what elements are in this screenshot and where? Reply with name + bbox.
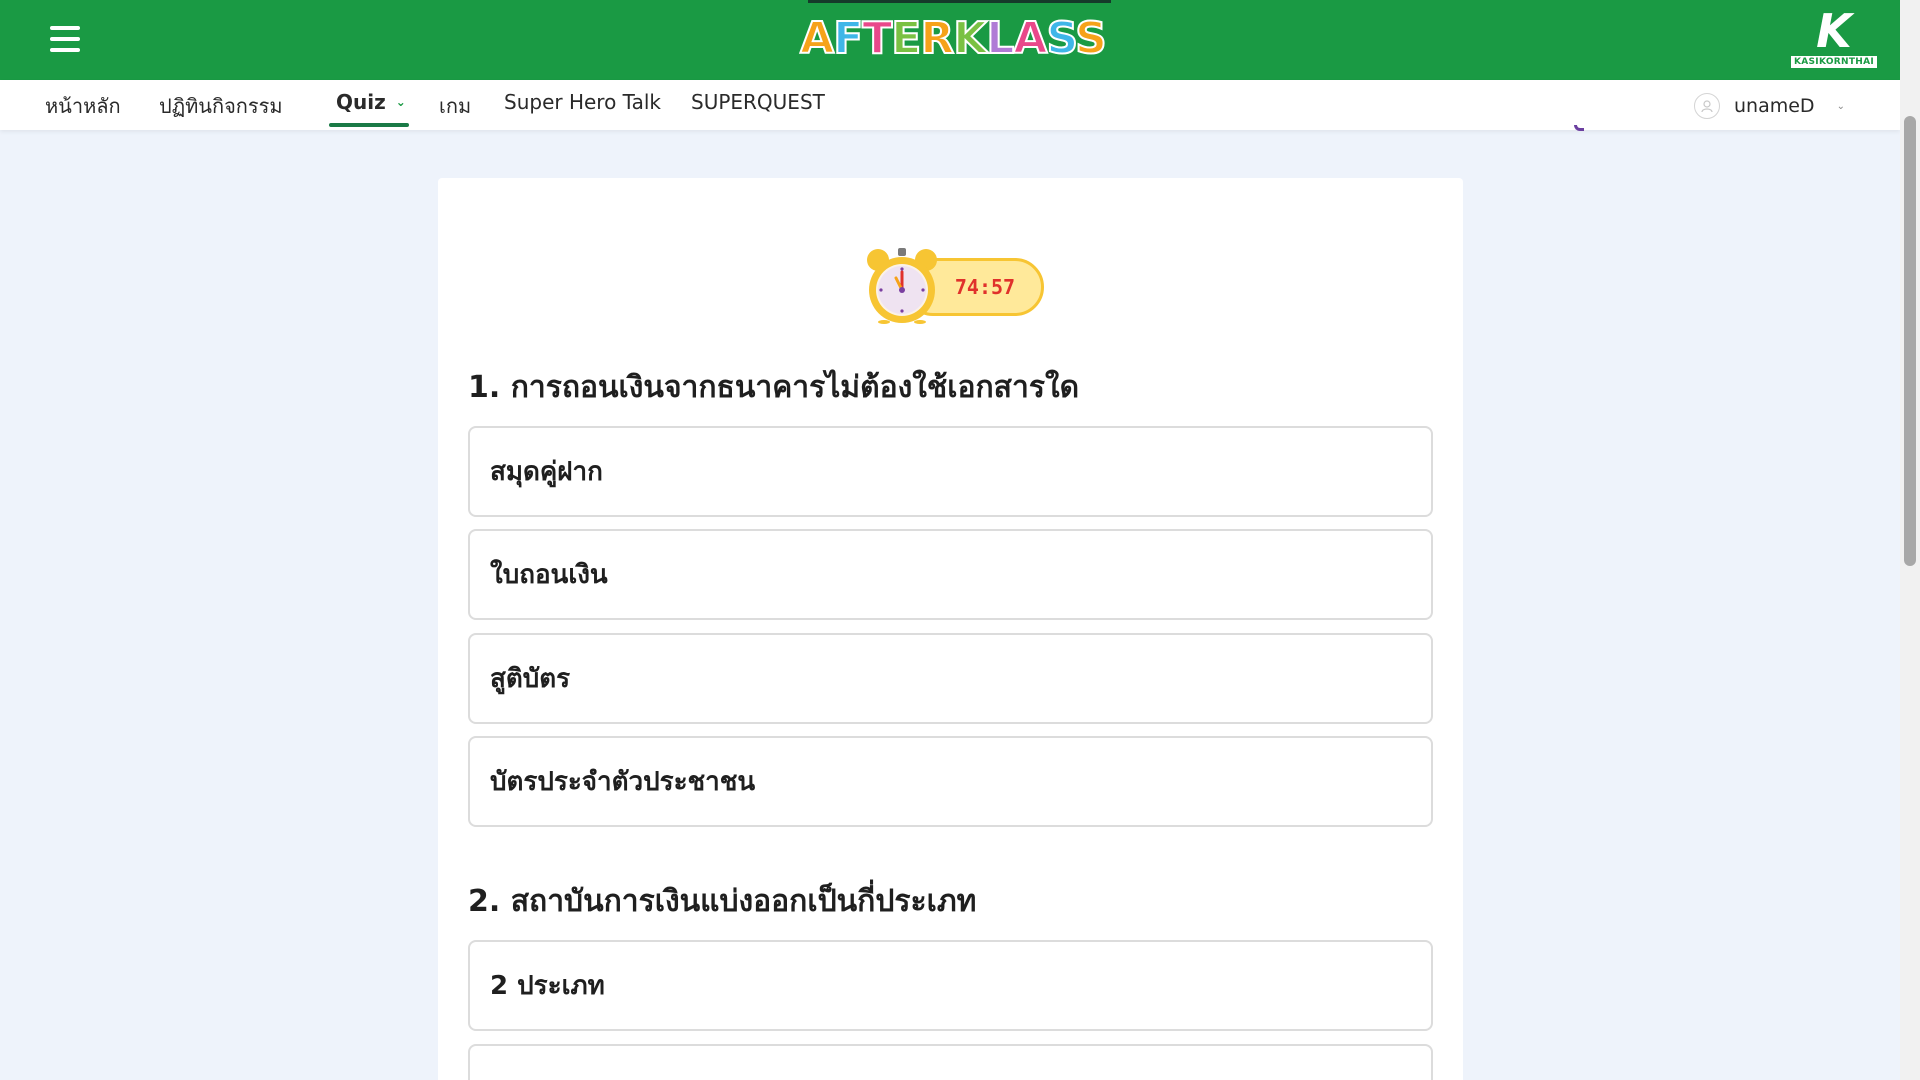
answer-option[interactable] xyxy=(468,1044,1433,1080)
user-menu[interactable]: unameD ⌄ xyxy=(1694,90,1845,122)
user-icon xyxy=(1694,93,1720,119)
kbank-label: KASIKORNTHAI xyxy=(1790,56,1878,68)
nav-item-super-hero-talk[interactable]: Super Hero Talk xyxy=(504,90,661,122)
nav-item-games[interactable]: เกม xyxy=(439,90,471,122)
nav-item-home[interactable]: หน้าหลัก xyxy=(45,90,121,122)
question-title: 2. สถาบันการเงินแบ่งออกเป็นกี่ประเภท xyxy=(468,884,977,919)
scrollbar-thumb[interactable] xyxy=(1904,116,1916,566)
alarm-clock-icon xyxy=(867,248,937,324)
nav-item-quiz[interactable]: Quiz ⌄ xyxy=(336,90,406,122)
chevron-down-icon: ⌄ xyxy=(395,95,406,109)
question-title: 1. การถอนเงินจากธนาคารไม่ต้องใช้เอกสารใด xyxy=(468,370,1080,405)
kasikornthai-logo[interactable]: K KASIKORNTHAI xyxy=(1790,4,1878,72)
answer-option[interactable]: สูติบัตร xyxy=(468,633,1433,724)
answer-option[interactable]: สมุดคู่ฝาก xyxy=(468,426,1433,517)
answer-option[interactable]: ใบถอนเงิน xyxy=(468,529,1433,620)
nav-item-calendar[interactable]: ปฏิทินกิจกรรม xyxy=(159,90,283,122)
logo-accent-line xyxy=(808,0,1111,3)
user-name: unameD xyxy=(1734,95,1815,117)
kbank-k-letter: K xyxy=(1816,4,1852,58)
nav-active-indicator xyxy=(329,123,409,127)
top-header: AFTERKLASS K KASIKORNTHAI xyxy=(0,0,1900,80)
answer-option[interactable]: บัตรประจำตัวประชาชน xyxy=(468,736,1433,827)
hamburger-icon[interactable] xyxy=(50,26,80,52)
timer-value: 74:57 xyxy=(954,275,1016,299)
chevron-down-icon: ⌄ xyxy=(1836,100,1845,112)
afterklass-logo[interactable]: AFTERKLASS xyxy=(799,10,1108,68)
decorative-mark xyxy=(1574,125,1584,131)
nav-item-superquest[interactable]: SUPERQUEST xyxy=(691,90,825,122)
answer-option[interactable]: 2 ประเภท xyxy=(468,940,1433,1031)
main-navbar: หน้าหลัก ปฏิทินกิจกรรม Quiz ⌄ เกม Super H… xyxy=(0,80,1900,130)
quiz-timer: 74:57 xyxy=(852,240,1048,324)
